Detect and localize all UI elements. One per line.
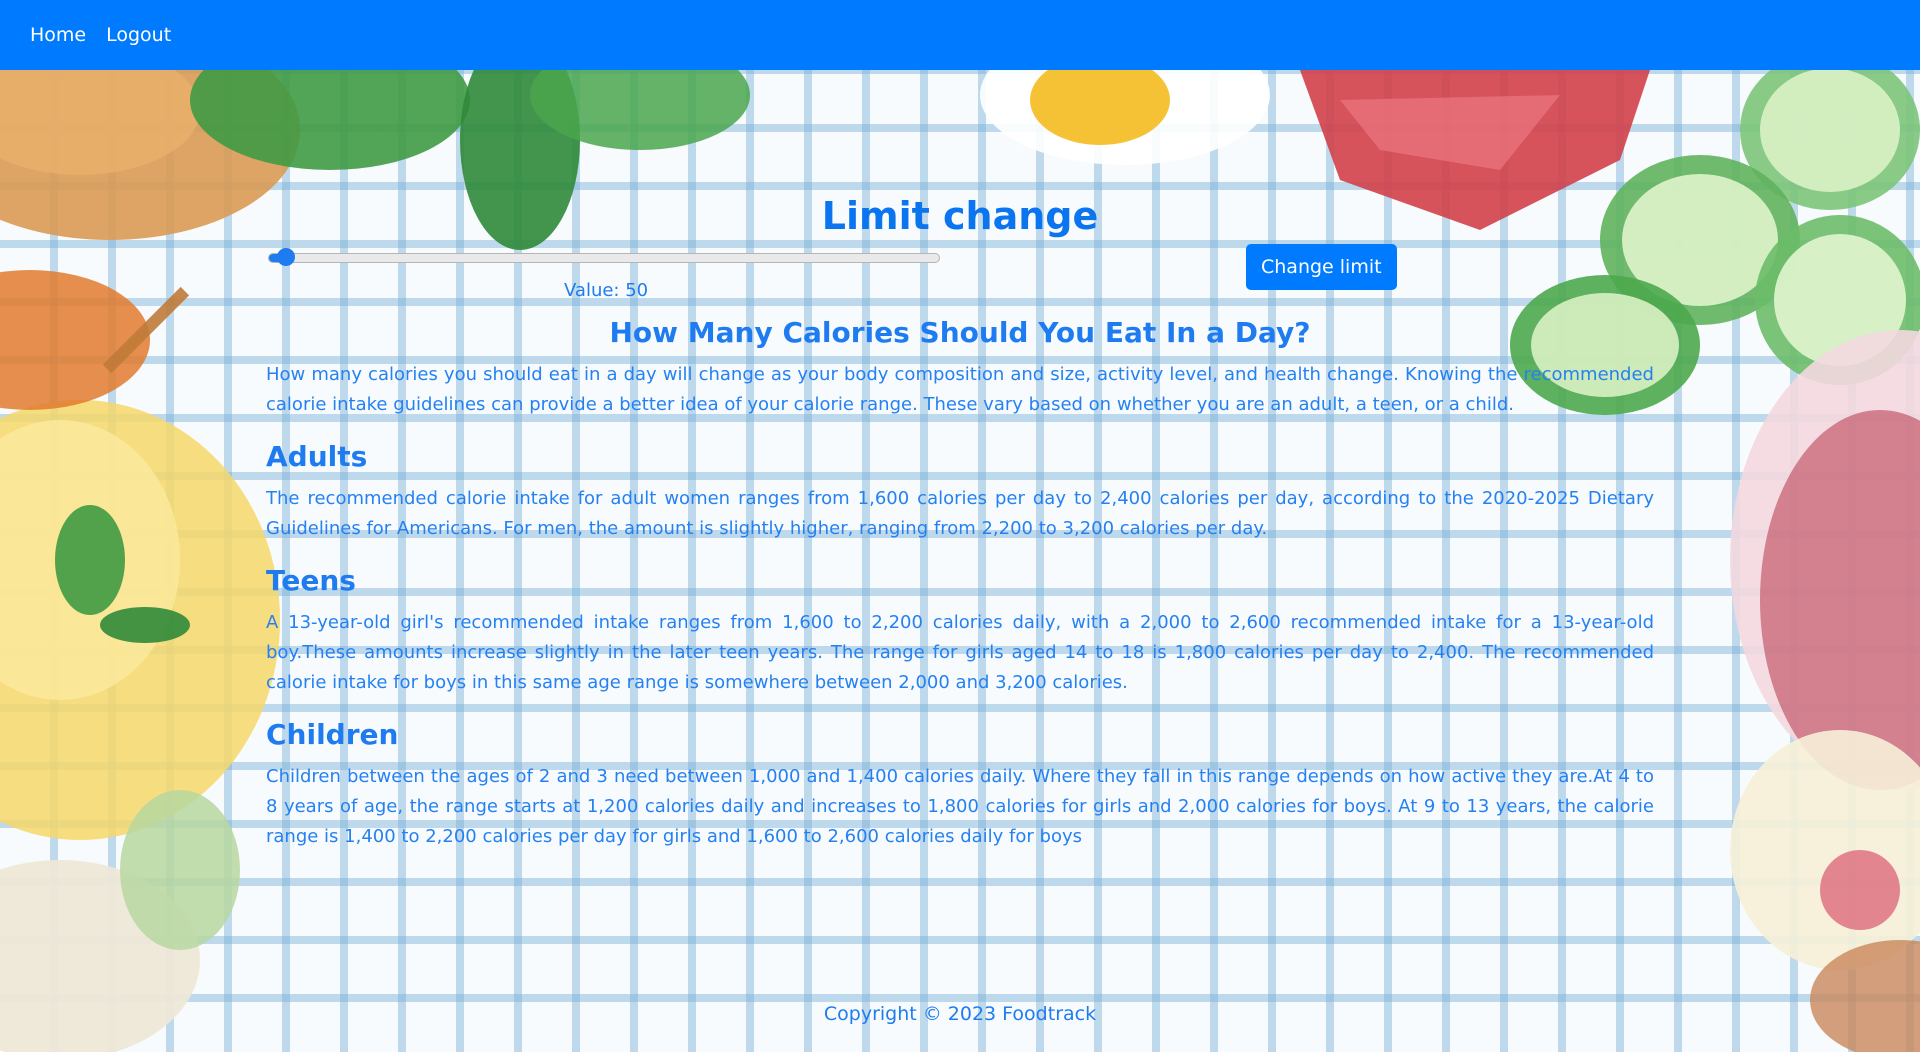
section-text-children: Children between the ages of 2 and 3 nee… [266, 766, 1654, 847]
limit-change-title: Limit change [821, 194, 1099, 238]
article-intro: How many calories you should eat in a da… [266, 364, 1654, 415]
slider-thumb[interactable] [277, 248, 296, 266]
slider-value-label: Value: 50 [564, 280, 649, 301]
section-text-adults: The recommended calorie intake for adult… [266, 488, 1654, 539]
section-text-teens: A 13-year-old girl's recommended intake … [266, 612, 1654, 693]
nav-logout-link[interactable]: Logout [106, 24, 171, 46]
section-heading-teens: Teens [266, 564, 356, 597]
section-heading-adults: Adults [266, 440, 368, 473]
section-heading-children: Children [266, 718, 399, 751]
limit-slider[interactable] [268, 248, 940, 266]
limit-slider-row: Value: 50 Change limit [266, 244, 1654, 316]
footer-copyright: Copyright © 2023 Foodtrack [823, 1003, 1097, 1025]
main-content: Limit change Value: 50 Change limit How … [266, 186, 1654, 872]
article-title: How Many Calories Should You Eat In a Da… [609, 316, 1311, 349]
nav-home-link[interactable]: Home [30, 24, 86, 46]
top-navbar: Home Logout [0, 0, 1920, 70]
change-limit-button[interactable]: Change limit [1246, 244, 1397, 290]
